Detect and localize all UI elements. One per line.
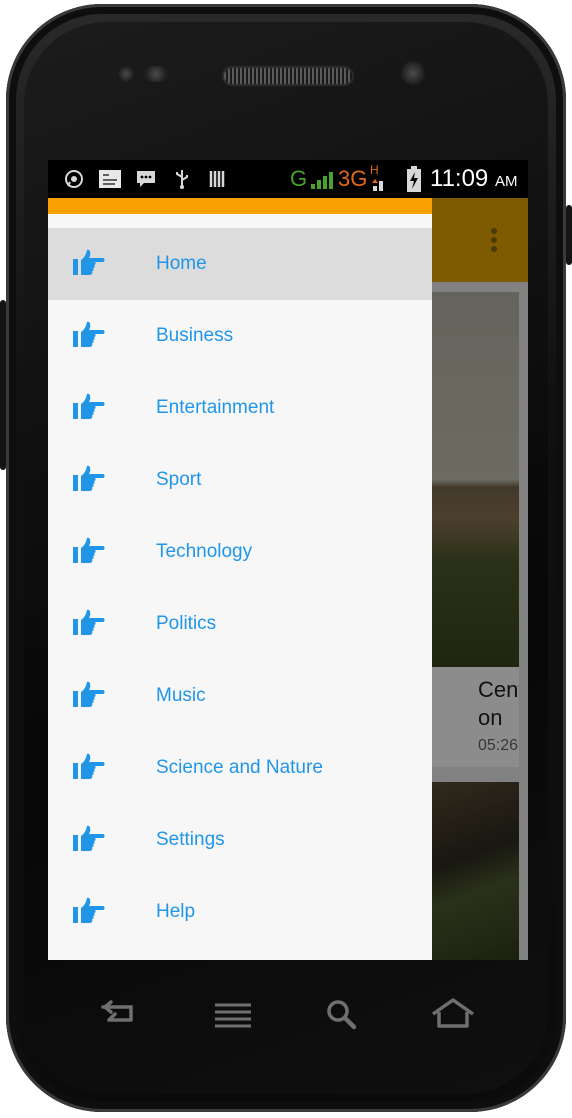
- battery-charging-icon: [406, 166, 422, 192]
- drawer-accent-bar: [48, 198, 432, 214]
- earpiece-speaker: [224, 68, 352, 84]
- drawer-item-label: Science and Nature: [156, 757, 323, 778]
- thumbs-up-pointing-icon: [72, 680, 106, 710]
- drawer-item-politics[interactable]: Politics: [48, 588, 432, 660]
- drawer-item-business[interactable]: Business: [48, 300, 432, 372]
- volume-button[interactable]: [0, 300, 6, 470]
- drawer-item-label: Sport: [156, 469, 202, 490]
- drawer-item-entertainment[interactable]: Entertainment: [48, 372, 432, 444]
- drawer-item-sport[interactable]: Sport: [48, 444, 432, 516]
- thumbs-up-pointing-icon: [72, 392, 106, 422]
- drawer-item-label: Business: [156, 325, 234, 346]
- barcode-icon: [208, 169, 228, 189]
- status-bar: G 3G H 11:09 AM: [48, 160, 528, 198]
- thumbs-up-pointing-icon: [72, 824, 106, 854]
- whatsapp-icon: [64, 169, 84, 189]
- drawer-item-help[interactable]: Help: [48, 876, 432, 948]
- clock-ampm: AM: [494, 173, 518, 190]
- drawer-item-home[interactable]: Home: [48, 228, 432, 300]
- thumbs-up-pointing-icon: [72, 248, 106, 278]
- menu-icon[interactable]: [209, 994, 257, 1034]
- thumbs-up-pointing-icon: [72, 536, 106, 566]
- thumbs-up-pointing-icon: [72, 896, 106, 926]
- front-sensor-2: [143, 66, 169, 82]
- data-superscript: H: [370, 163, 379, 177]
- usb-icon: [172, 169, 192, 189]
- drawer-item-label: Home: [156, 253, 207, 274]
- drawer-item-technology[interactable]: Technology: [48, 516, 432, 588]
- data-activity-icon: [371, 176, 385, 191]
- home-icon[interactable]: [429, 994, 477, 1034]
- thumbs-up-pointing-icon: [72, 464, 106, 494]
- back-icon[interactable]: [95, 994, 143, 1034]
- chat-icon: [136, 169, 156, 189]
- drawer-item-label: Settings: [156, 829, 225, 850]
- network-type: G: [290, 166, 308, 191]
- drawer-item-settings[interactable]: Settings: [48, 804, 432, 876]
- drawer-item-music[interactable]: Music: [48, 660, 432, 732]
- drawer-item-science-and-nature[interactable]: Science and Nature: [48, 732, 432, 804]
- clock-time: 11:09: [430, 165, 489, 192]
- thumbs-up-pointing-icon: [72, 752, 106, 782]
- drawer-item-label: Technology: [156, 541, 253, 562]
- drawer-item-label: Music: [156, 685, 206, 706]
- front-sensor: [118, 66, 134, 82]
- drawer-menu: Home Business Entertainment Sport Technology…: [48, 228, 432, 948]
- thumbs-up-pointing-icon: [72, 608, 106, 638]
- power-button[interactable]: [566, 205, 572, 265]
- search-icon[interactable]: [318, 994, 366, 1034]
- drawer-item-label: Politics: [156, 613, 217, 634]
- data-type: 3G: [338, 166, 368, 191]
- front-camera: [401, 61, 425, 85]
- drawer-item-label: Entertainment: [156, 397, 275, 418]
- no-message-icon: [98, 169, 122, 189]
- screen: G 3G H 11:09 AM Cen on 05:26 Home Busine…: [48, 160, 528, 960]
- clock: 11:09 AM: [430, 165, 517, 193]
- drawer-item-label: Help: [156, 901, 196, 922]
- navigation-drawer: Home Business Entertainment Sport Technology…: [48, 198, 432, 960]
- thumbs-up-pointing-icon: [72, 320, 106, 350]
